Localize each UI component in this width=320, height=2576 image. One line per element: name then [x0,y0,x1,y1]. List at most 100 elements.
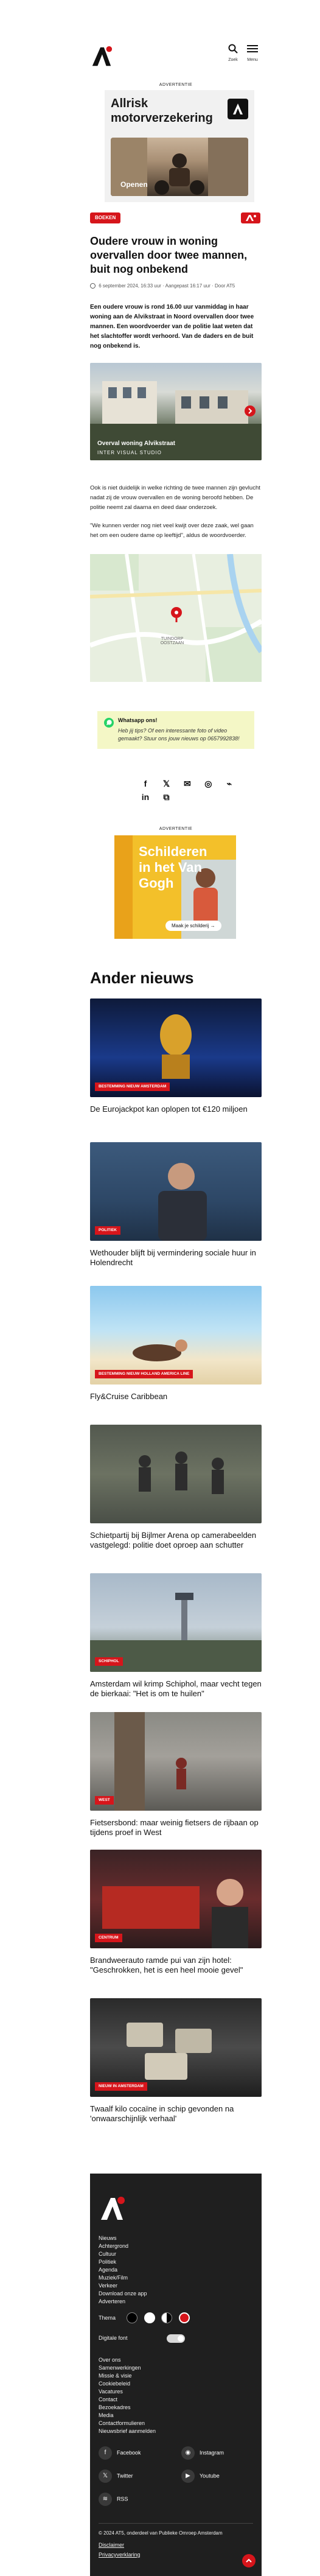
menu-button[interactable]: Menu [243,44,262,62]
privacy-link[interactable]: Privacyverklaring [99,2551,141,2559]
scroll-to-top-button[interactable] [242,2554,256,2567]
footer-link[interactable]: Achtergrond [99,2242,147,2250]
news-item[interactable]: CENTRUM Brandweerauto ramde pui van zijn… [90,1850,262,1975]
rss-label: RSS [117,2496,128,2502]
facebook-link[interactable]: f Facebook [99,2446,141,2460]
news-tag: BESTEMMING NIEUW AMSTERDAM [95,1083,170,1091]
site-footer: Nieuws Achtergrond Cultuur Politiek Agen… [90,2174,262,2576]
advertisement-banner[interactable]: Allrisk motorverzekering Openen [105,90,254,202]
twitter-link[interactable]: 𝕏 Twitter [99,2469,133,2483]
messenger-share-icon[interactable]: ⌁ [223,777,236,790]
youtube-label: Youtube [200,2472,220,2479]
menu-label: Menu [247,58,258,62]
news-tag: WEST [95,1796,114,1805]
whatsapp-share-icon[interactable]: ◎ [201,777,215,790]
ad2-cta-button[interactable]: Maak je schilderij → [165,921,221,931]
instagram-icon: ◉ [181,2446,195,2460]
footer-link[interactable]: Cultuur [99,2250,147,2258]
article-headline: Oudere vrouw in woning overvallen door t… [90,235,248,275]
news-image: POLITIEK [90,1142,262,1241]
chevron-up-icon [246,2558,252,2563]
instagram-label: Instagram [200,2449,224,2456]
theme-light-button[interactable] [144,2312,155,2323]
footer-link[interactable]: Adverteren [99,2298,147,2306]
news-item[interactable]: WEST Fietsersbond: maar weinig fietsers … [90,1712,262,1837]
video-studio-credit: INTER VISUAL STUDIO [97,450,162,455]
digital-font-toggle[interactable] [166,2334,185,2343]
theme-switcher: Thema [99,2312,190,2323]
footer-link[interactable]: Nieuwsbrief aanmelden [99,2427,156,2435]
twitter-share-icon[interactable]: 𝕏 [159,777,173,790]
footer-link[interactable]: Agenda [99,2266,147,2274]
footer-link[interactable]: Vacatures [99,2388,156,2396]
map-area-label: TUINDORP OOSTZAAN [160,637,184,645]
footer-link[interactable]: Missie & visie [99,2372,156,2380]
whatsapp-text[interactable]: Heb jij tips? Of een interessante foto o… [118,727,246,743]
footer-link[interactable]: Download onze app [99,2290,147,2298]
news-image: BESTEMMING NIEUW HOLLAND AMERICA LINE [90,1286,262,1385]
rss-icon: ≋ [99,2493,112,2506]
video-player[interactable]: Overval woning Alvikstraat INTER VISUAL … [90,363,262,460]
news-item[interactable]: SCHIPHOL Amsterdam wil krimp Schiphol, m… [90,1573,262,1699]
news-image [90,1425,262,1523]
at5-logo[interactable] [90,45,113,68]
footer-link[interactable]: Verkeer [99,2282,147,2290]
news-item[interactable]: POLITIEK Wethouder blijft bij verminderi… [90,1142,262,1268]
link-share-icon[interactable]: ⧉ [159,790,173,804]
footer-copyright: © 2024 AT5, onderdeel van Publieke Omroe… [99,2530,223,2536]
theme-red-button[interactable] [178,2312,190,2323]
news-item[interactable]: BESTEMMING NIEUW HOLLAND AMERICA LINE Fl… [90,1286,262,1402]
youtube-icon: ▶ [181,2469,195,2483]
theme-auto-button[interactable] [161,2312,173,2323]
footer-link[interactable]: Contactformulieren [99,2420,156,2427]
news-tag: POLITIEK [95,1226,120,1235]
footer-link[interactable]: Over ons [99,2356,156,2364]
news-title: Wethouder blijft bij vermindering social… [90,1248,256,1267]
search-icon [228,44,238,54]
ad-open-link[interactable]: Openen [120,180,148,189]
news-tag: SCHIPHOL [95,1657,123,1666]
twitter-label: Twitter [117,2472,133,2479]
email-share-icon[interactable]: ✉ [181,777,194,790]
theme-dark-button[interactable] [127,2312,138,2323]
news-title: Fly&Cruise Caribbean [90,1392,168,1401]
news-item[interactable]: Schietpartij bij Bijlmer Arena op camera… [90,1425,262,1550]
footer-link[interactable]: Politiek [99,2258,147,2266]
facebook-share-icon[interactable]: f [139,777,152,790]
news-image: WEST [90,1712,262,1811]
footer-link[interactable]: Contact [99,2396,156,2404]
youtube-link[interactable]: ▶ Youtube [181,2469,220,2483]
news-item[interactable]: BESTEMMING NIEUW AMSTERDAM De Eurojackpo… [90,998,262,1114]
font-toggle-row: Digitale font [99,2333,185,2344]
chevron-right-icon [248,408,252,414]
location-map[interactable]: TUINDORP OOSTZAAN [90,554,262,682]
share-bar: f 𝕏 ✉ ◎ ⌁ in ⧉ [139,777,260,802]
footer-nav: Nieuws Achtergrond Cultuur Politiek Agen… [99,2234,147,2306]
theme-label: Thema [99,2314,116,2321]
instagram-link[interactable]: ◉ Instagram [181,2446,224,2460]
rss-link[interactable]: ≋ RSS [99,2493,128,2506]
news-item[interactable]: NIEUW IN AMSTERDAM Twaalf kilo cocaïne i… [90,1998,262,2124]
footer-at5-logo[interactable] [99,2195,125,2222]
news-image: NIEUW IN AMSTERDAM [90,1998,262,2097]
facebook-label: Facebook [117,2449,141,2456]
footer-nav-2: Over ons Samenwerkingen Missie & visie C… [99,2356,156,2435]
footer-link[interactable]: Cookiebeleid [99,2380,156,2388]
footer-link[interactable]: Media [99,2412,156,2420]
search-button[interactable]: Zoek [224,44,242,62]
facebook-icon: f [99,2446,112,2460]
article-meta-text: 6 september 2024, 16:33 uur · Aangepast … [99,283,235,289]
news-title: Schietpartij bij Bijlmer Arena op camera… [90,1531,257,1549]
article-category-tag[interactable]: BOEKEN [90,212,121,223]
footer-link[interactable]: Nieuws [99,2234,147,2242]
footer-link[interactable]: Muziek/Film [99,2274,147,2282]
footer-link[interactable]: Samenwerkingen [99,2364,156,2372]
digital-font-label: Digitale font [99,2335,128,2342]
advertisement-square[interactable]: Schilderen in het Van Gogh Maak je schil… [114,835,236,939]
twitter-icon: 𝕏 [99,2469,112,2483]
clock-icon [90,283,96,289]
disclaimer-link[interactable]: Disclaimer [99,2541,124,2549]
video-next-button[interactable] [245,405,256,416]
linkedin-share-icon[interactable]: in [139,790,152,804]
footer-link[interactable]: Bezoekadres [99,2404,156,2412]
